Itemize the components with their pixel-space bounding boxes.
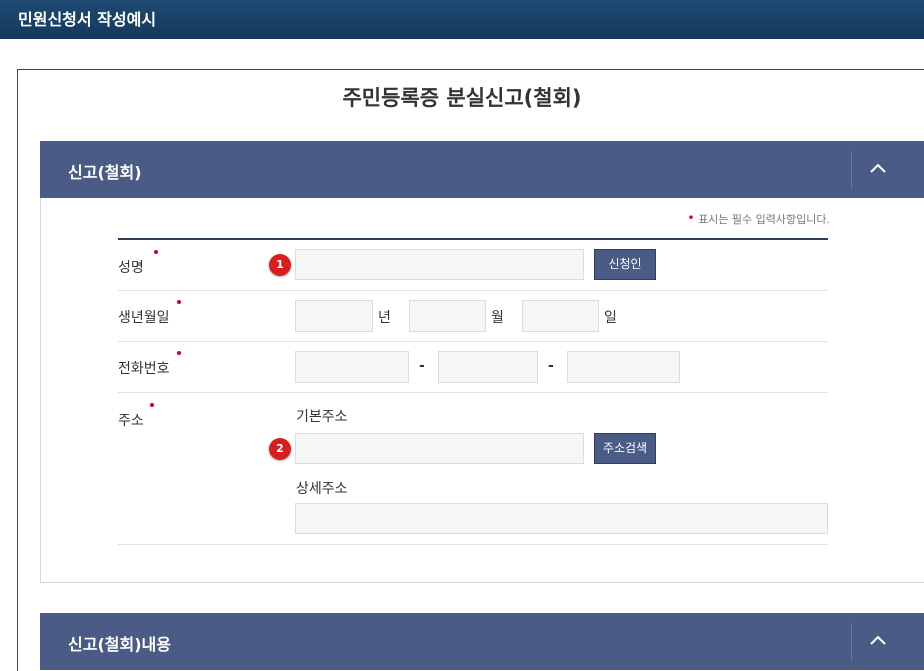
chevron-up-icon [870,163,886,173]
step-badge-1: 1 [269,254,291,276]
row-divider [118,290,828,291]
row-divider [118,544,828,545]
page-title: 주민등록증 분실신고(철회) [342,86,582,110]
phone-part2-input[interactable] [438,351,538,383]
chevron-up-icon [870,635,886,645]
app-header-title: 민원신청서 작성예시 [18,10,157,29]
step-badge-2: 2 [269,438,291,460]
name-label: 성명 [118,260,144,276]
birth-label: 생년월일 [118,310,170,326]
collapse-toggle-button[interactable] [852,141,904,198]
required-marker [177,300,181,304]
phone-separator: - [419,358,425,374]
section-title: 신고(철회) [68,163,142,182]
section-header-content: 신고(철회)내용 [40,613,924,670]
phone-separator: - [548,358,554,374]
collapse-toggle-button[interactable] [852,613,904,670]
basic-address-input[interactable] [295,433,584,464]
required-marker [150,403,154,407]
required-marker [154,250,158,254]
applicant-button[interactable]: 신청인 [594,249,656,280]
day-unit: 일 [604,310,617,326]
section-title: 신고(철회)내용 [68,635,171,654]
name-input[interactable] [295,249,584,280]
address-search-button[interactable]: 주소검색 [594,433,656,464]
phone-part1-input[interactable] [295,351,409,383]
table-top-border [118,238,828,240]
phone-part3-input[interactable] [567,351,680,383]
address-label: 주소 [118,413,144,429]
detail-address-input[interactable] [295,503,828,534]
basic-address-label: 기본주소 [296,409,348,425]
section-header-report: 신고(철회) [40,141,924,198]
required-dot-icon: • [687,211,695,225]
birth-year-input[interactable] [295,300,373,332]
year-unit: 년 [378,310,391,326]
birth-month-input[interactable] [409,300,486,332]
row-divider [118,392,828,393]
row-divider [118,341,828,342]
app-header-bar: 민원신청서 작성예시 [0,0,924,39]
phone-label: 전화번호 [118,361,170,377]
required-note-text: 표시는 필수 입력사항입니다. [698,213,830,226]
detail-address-label: 상세주소 [296,481,348,497]
birth-day-input[interactable] [522,300,599,332]
required-note: • 표시는 필수 입력사항입니다. [640,211,830,227]
month-unit: 월 [491,310,504,326]
required-marker [177,351,181,355]
